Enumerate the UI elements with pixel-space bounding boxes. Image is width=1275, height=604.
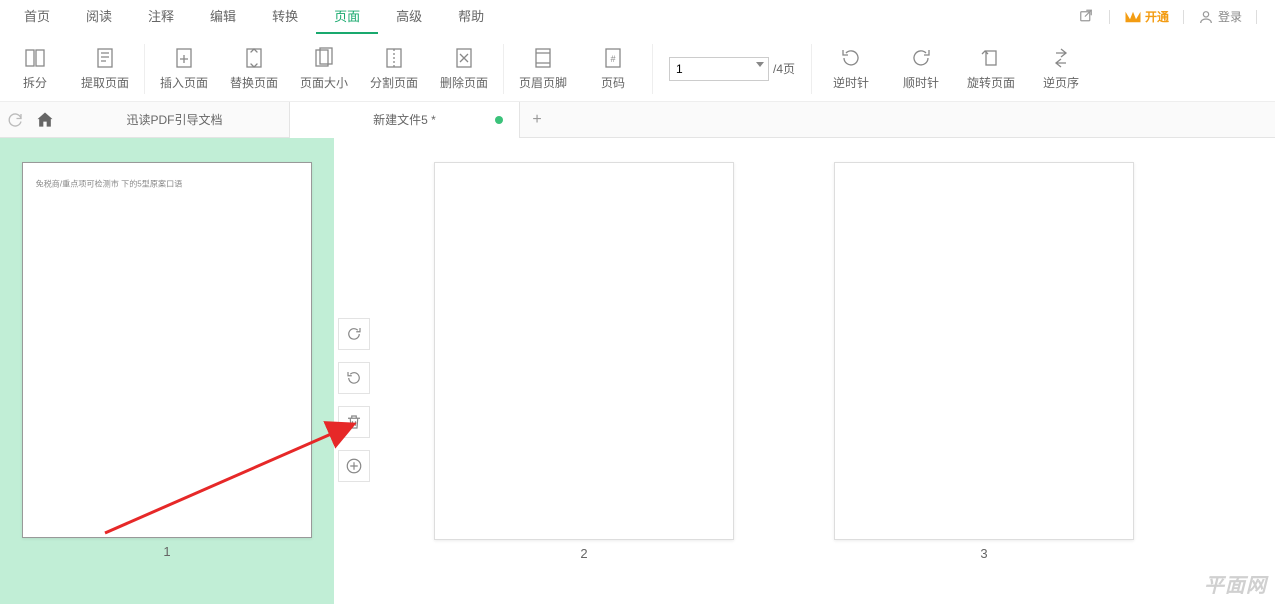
menu-item-home[interactable]: 首页 bbox=[6, 0, 68, 34]
tool-rotate-label: 旋转页面 bbox=[967, 74, 1015, 91]
share-icon[interactable] bbox=[1077, 8, 1095, 26]
modified-indicator-icon bbox=[495, 116, 503, 124]
tool-delete-label: 删除页面 bbox=[440, 74, 488, 91]
tool-reverse-order[interactable]: 逆页序 bbox=[1026, 37, 1096, 101]
svg-text:#: # bbox=[610, 54, 615, 64]
tool-headerfooter-label: 页眉页脚 bbox=[519, 74, 567, 91]
home-icon[interactable] bbox=[30, 110, 60, 130]
tool-ccw-label: 逆时针 bbox=[833, 74, 869, 91]
menu-item-page[interactable]: 页面 bbox=[316, 0, 378, 34]
toolbar: 拆分 提取页面 插入页面 替换页面 页面大小 分割页面 删除页面 页眉页脚 # … bbox=[0, 34, 1275, 102]
side-add-button[interactable] bbox=[338, 450, 370, 482]
tab-newfile-label: 新建文件5 * bbox=[373, 111, 436, 128]
page-thumb-2[interactable]: 2 bbox=[434, 138, 734, 604]
tool-rotate-page[interactable]: 旋转页面 bbox=[956, 37, 1026, 101]
redo-icon[interactable] bbox=[0, 111, 30, 129]
menu-item-read[interactable]: 阅读 bbox=[68, 0, 130, 34]
tool-cw-label: 顺时针 bbox=[903, 74, 939, 91]
menu-item-convert[interactable]: 转换 bbox=[254, 0, 316, 34]
menu-bar: 首页 阅读 注释 编辑 转换 页面 高级 帮助 开通 登录 bbox=[0, 0, 1275, 34]
page-thumb-2-number: 2 bbox=[580, 546, 587, 561]
page-thumbnail-panel: 免税商/重点项可检测市 下的5型原案口语 1 2 3 bbox=[0, 138, 1275, 604]
tool-pagesize-label: 页面大小 bbox=[300, 74, 348, 91]
menu-item-annotate[interactable]: 注释 bbox=[130, 0, 192, 34]
page-thumb-1-number: 1 bbox=[163, 544, 170, 559]
page-thumb-3-number: 3 bbox=[980, 546, 987, 561]
login-button[interactable]: 登录 bbox=[1198, 8, 1242, 25]
page-thumb-3[interactable]: 3 bbox=[834, 138, 1134, 604]
side-rotate-cw-button[interactable] bbox=[338, 318, 370, 350]
side-delete-button[interactable] bbox=[338, 406, 370, 438]
tool-delete[interactable]: 删除页面 bbox=[429, 37, 499, 101]
menu-item-edit[interactable]: 编辑 bbox=[192, 0, 254, 34]
tool-replace-label: 替换页面 bbox=[230, 74, 278, 91]
tool-rotate-cw[interactable]: 顺时针 bbox=[886, 37, 956, 101]
login-label-text: 登录 bbox=[1218, 8, 1242, 25]
side-rotate-ccw-button[interactable] bbox=[338, 362, 370, 394]
dropdown-caret-icon[interactable] bbox=[756, 62, 764, 67]
tool-divide[interactable]: 分割页面 bbox=[359, 37, 429, 101]
tab-guide-doc[interactable]: 迅读PDF引导文档 bbox=[60, 102, 290, 138]
vip-label-text: 开通 bbox=[1145, 8, 1169, 25]
vip-button[interactable]: 开通 bbox=[1124, 8, 1169, 25]
tool-extract[interactable]: 提取页面 bbox=[70, 37, 140, 101]
page-number-input[interactable] bbox=[669, 57, 769, 81]
tabs-row: 迅读PDF引导文档 新建文件5 * + bbox=[0, 102, 1275, 138]
menu-item-advanced[interactable]: 高级 bbox=[378, 0, 440, 34]
tool-rotate-ccw[interactable]: 逆时针 bbox=[816, 37, 886, 101]
page-side-tools bbox=[338, 318, 370, 482]
tool-reverse-label: 逆页序 bbox=[1043, 74, 1079, 91]
tool-split-label: 拆分 bbox=[23, 74, 47, 91]
page1-content-text: 免税商/重点项可检测市 下的5型原案口语 bbox=[23, 163, 282, 204]
tool-headerfooter[interactable]: 页眉页脚 bbox=[508, 37, 578, 101]
tool-pagesize[interactable]: 页面大小 bbox=[289, 37, 359, 101]
tool-pagenum[interactable]: # 页码 bbox=[578, 37, 648, 101]
tool-insert[interactable]: 插入页面 bbox=[149, 37, 219, 101]
tool-replace[interactable]: 替换页面 bbox=[219, 37, 289, 101]
add-tab-button[interactable]: + bbox=[520, 111, 554, 129]
tool-extract-label: 提取页面 bbox=[81, 74, 129, 91]
tool-divide-label: 分割页面 bbox=[370, 74, 418, 91]
page-total-label: /4页 bbox=[773, 60, 795, 77]
tab-guide-label: 迅读PDF引导文档 bbox=[126, 111, 222, 128]
tool-pagenum-label: 页码 bbox=[601, 74, 625, 91]
tab-new-file[interactable]: 新建文件5 * bbox=[290, 102, 520, 138]
page-input-group: /4页 bbox=[669, 57, 795, 81]
tool-insert-label: 插入页面 bbox=[160, 74, 208, 91]
page-thumb-1[interactable]: 免税商/重点项可检测市 下的5型原案口语 1 bbox=[0, 138, 334, 604]
tool-split[interactable]: 拆分 bbox=[0, 37, 70, 101]
menu-item-help[interactable]: 帮助 bbox=[440, 0, 502, 34]
